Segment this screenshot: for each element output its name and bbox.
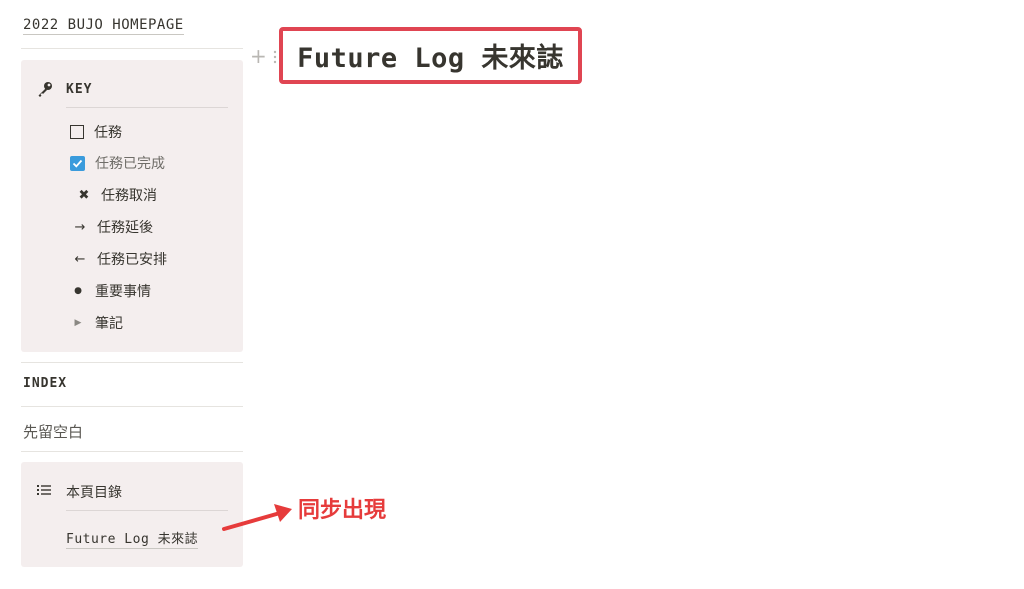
title-highlight-box: Future Log 未來誌 [279, 27, 582, 84]
key-item-label: 任務已安排 [97, 252, 167, 268]
bullet-dot-icon: ● [74, 286, 82, 296]
key-item-label: 重要事情 [95, 284, 151, 300]
key-item-task-scheduled: ← 任務已安排 [73, 249, 167, 269]
toc-header: 本頁目錄 [37, 482, 122, 502]
toc-callout: 本頁目錄 Future Log 未來誌 [21, 462, 243, 567]
drag-handle-icon[interactable] [272, 49, 278, 64]
key-item-task: 任務 [70, 122, 122, 142]
key-item-label: 任務已完成 [95, 156, 165, 172]
x-mark-icon: ✖ [78, 187, 90, 203]
annotation-text: 同步出現 [298, 498, 387, 523]
arrow-right-icon: → [74, 219, 86, 235]
annotation-arrow-icon [222, 504, 292, 531]
list-icon [37, 484, 51, 500]
key-item-label: 筆記 [95, 316, 123, 332]
key-item-label: 任務延後 [97, 220, 153, 236]
key-item-label: 任務 [94, 125, 122, 141]
key-item-task-postponed: → 任務延後 [73, 217, 153, 237]
toc-link-future-log[interactable]: Future Log 未來誌 [66, 528, 199, 549]
key-callout: KEY 任務 任務已完成 ✖ 任務取消 → 任務延後 ← 任務已安排 ● 重要事… [21, 60, 243, 352]
key-item-note: ▶ 筆記 [71, 313, 123, 333]
divider [66, 510, 228, 511]
index-heading: INDEX [23, 376, 68, 391]
add-block-icon[interactable]: + [250, 46, 267, 66]
index-text[interactable]: 先留空白 [23, 421, 83, 442]
key-header: KEY [36, 80, 92, 98]
toc-title: 本頁目錄 [66, 485, 122, 501]
key-item-task-cancelled: ✖ 任務取消 [77, 185, 157, 205]
divider [66, 107, 228, 108]
key-item-task-done: 任務已完成 [70, 153, 165, 173]
key-item-important: ● 重要事情 [71, 281, 151, 301]
key-icon [36, 80, 54, 98]
divider [21, 451, 243, 452]
triangle-right-icon: ▶ [74, 318, 82, 328]
divider [21, 406, 243, 407]
arrow-left-icon: ← [74, 251, 86, 267]
checkbox-empty-icon [70, 125, 84, 139]
divider [21, 362, 243, 363]
page-title[interactable]: Future Log 未來誌 [297, 36, 564, 75]
checkbox-checked-icon [70, 155, 85, 171]
block-controls: + [250, 46, 278, 66]
key-item-label: 任務取消 [101, 188, 157, 204]
key-title: KEY [66, 81, 93, 97]
homepage-link[interactable]: 2022 BUJO HOMEPAGE [23, 17, 184, 35]
divider [21, 48, 243, 49]
